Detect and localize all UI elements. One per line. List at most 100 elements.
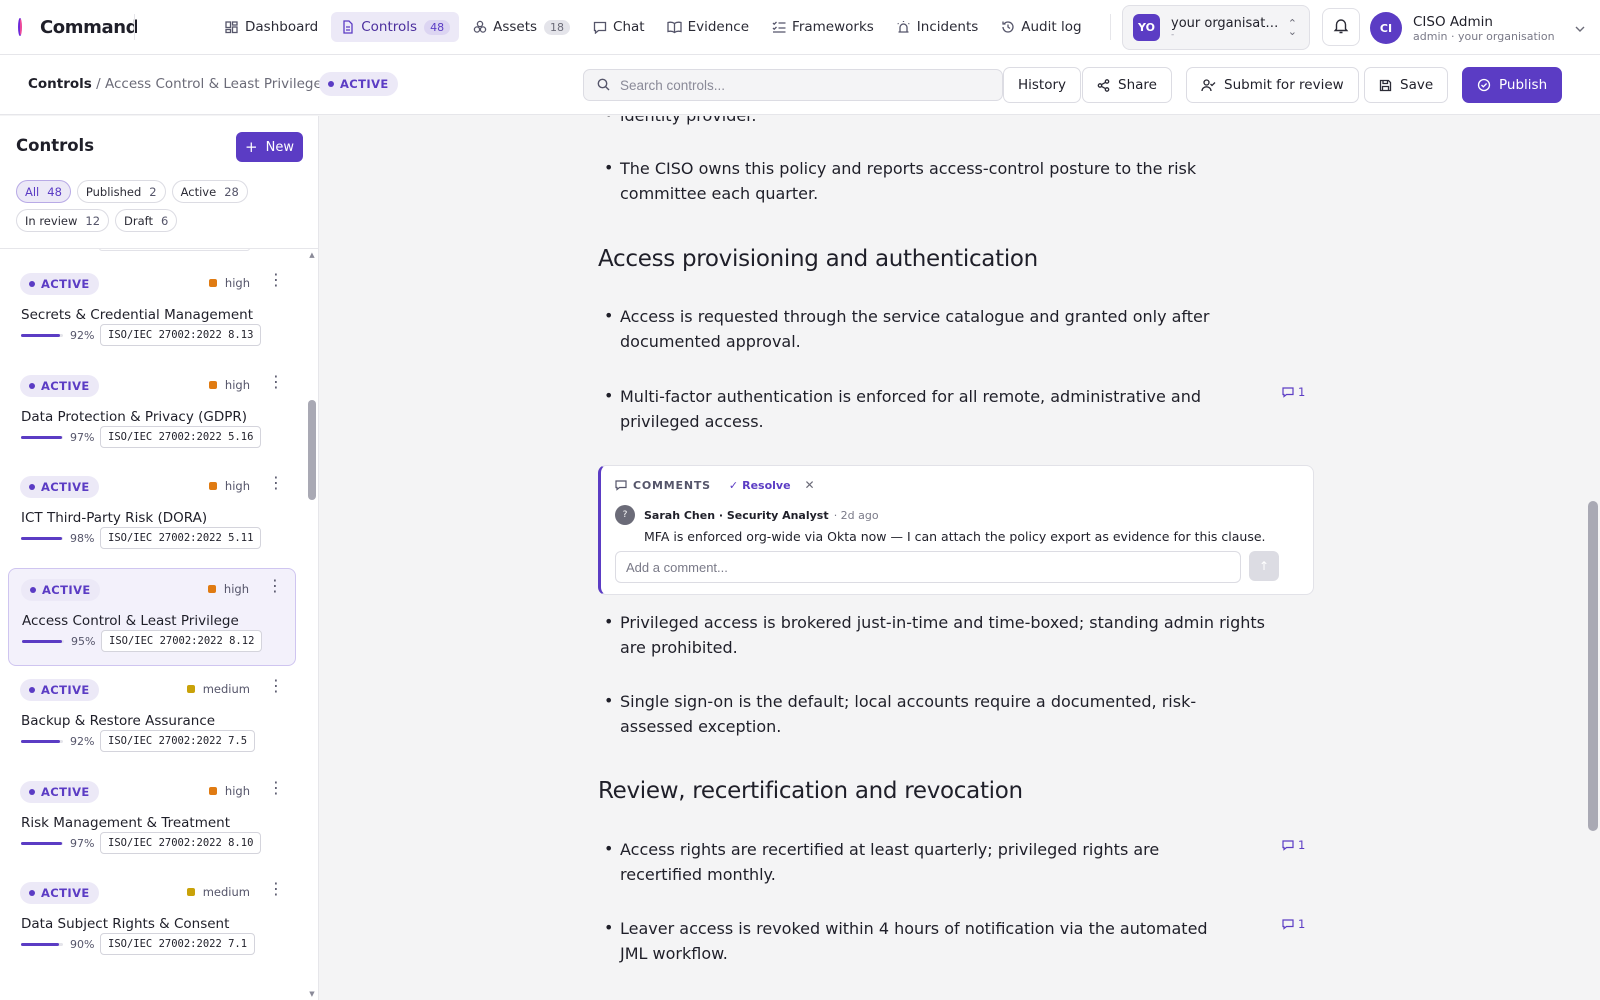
search-input[interactable] bbox=[620, 77, 980, 93]
comment-indicator[interactable]: 1 bbox=[1282, 385, 1305, 399]
progress-fill bbox=[21, 537, 63, 540]
controls-sidebar: Controls + New All 48 Published 2 Active 28… bbox=[0, 116, 319, 1000]
doc-partial-line[interactable]: identity provider. bbox=[598, 116, 1314, 128]
comment-text: MFA is enforced org-wide via Okta now — … bbox=[644, 529, 1266, 544]
breadcrumb-root[interactable]: Controls bbox=[28, 76, 92, 92]
severity-square-icon bbox=[208, 482, 217, 490]
save-button[interactable]: Save bbox=[1364, 67, 1449, 103]
list-item-partial bbox=[99, 249, 250, 251]
progress-fill bbox=[21, 435, 62, 439]
logo-icon bbox=[18, 18, 22, 36]
nav-audit-log[interactable]: Audit log bbox=[991, 12, 1090, 42]
doc-bullet-commented[interactable]: Access rights are recertified at least q… bbox=[598, 836, 1218, 887]
framework-ref: ISO/IEC 27002:2022 5.16 bbox=[100, 425, 262, 448]
severity-square-icon bbox=[186, 685, 195, 693]
history-button-label: History bbox=[1018, 77, 1067, 93]
more-options-icon[interactable]: ⋮ bbox=[268, 475, 284, 491]
more-options-icon[interactable]: ⋮ bbox=[268, 272, 284, 288]
comment-count: 1 bbox=[1298, 838, 1306, 852]
doc-partial-line-text: identity provider. bbox=[620, 116, 756, 125]
severity-label: medium bbox=[202, 682, 250, 696]
control-card[interactable]: ACTIVE high ⋮ Data Protection & Privacy (GD… bbox=[8, 365, 296, 463]
main-scrollbar[interactable] bbox=[1586, 116, 1600, 1000]
comment-indicator[interactable]: 1 bbox=[1282, 838, 1305, 852]
comments-title: COMMENTS bbox=[633, 478, 711, 492]
filter-active[interactable]: Active 28 bbox=[171, 180, 248, 203]
nav-assets[interactable]: Assets 18 bbox=[463, 12, 579, 42]
add-comment-input[interactable] bbox=[615, 551, 1241, 583]
control-card[interactable]: ACTIVE medium ⋮ Backup & Restore Assurance 9… bbox=[8, 669, 296, 767]
comment-indicator[interactable]: 1 bbox=[1282, 917, 1305, 931]
history-button[interactable]: History bbox=[1003, 67, 1082, 103]
close-icon[interactable]: ✕ bbox=[805, 478, 815, 492]
search-icon bbox=[597, 76, 610, 95]
more-options-icon[interactable]: ⋮ bbox=[267, 577, 283, 593]
filter-draft[interactable]: Draft 6 bbox=[115, 209, 178, 232]
nav-incidents[interactable]: Incidents bbox=[887, 12, 987, 42]
status-badge-label: ACTIVE bbox=[41, 277, 90, 291]
doc-bullet[interactable]: Single sign-on is the default; local acc… bbox=[598, 688, 1238, 739]
user-role: admin · your organisation bbox=[1413, 29, 1555, 43]
main-scroll-thumb[interactable] bbox=[1588, 501, 1598, 831]
share-button[interactable]: Share bbox=[1082, 67, 1172, 103]
control-card[interactable]: ACTIVE high ⋮ Risk Management & Treatment 97… bbox=[8, 771, 296, 869]
status-badge: ACTIVE bbox=[20, 374, 99, 397]
filter-published[interactable]: Published 2 bbox=[76, 180, 166, 203]
app-logo[interactable]: Command bbox=[18, 17, 139, 38]
notifications-button[interactable] bbox=[1322, 8, 1360, 46]
doc-bullet[interactable]: Privileged access is brokered just-in-ti… bbox=[598, 609, 1268, 660]
org-switcher[interactable]: YO your organisation - ⌃ ⌄ bbox=[1122, 5, 1310, 50]
nav-controls[interactable]: Controls 48 bbox=[331, 12, 460, 42]
doc-bullet-commented[interactable]: Leaver access is revoked within 4 hours … bbox=[598, 915, 1238, 966]
control-title: Access Control & Least Privilege bbox=[22, 612, 239, 629]
publish-button-label: Publish bbox=[1499, 77, 1548, 93]
doc-bullet[interactable]: The CISO owns this policy and reports ac… bbox=[598, 155, 1268, 206]
sidebar-scroll-thumb[interactable] bbox=[308, 400, 316, 500]
severity-label: high bbox=[223, 581, 249, 596]
control-title: Data Subject Rights & Consent bbox=[21, 916, 230, 932]
filter-active-label: Active bbox=[180, 184, 217, 199]
more-options-icon[interactable]: ⋮ bbox=[268, 373, 284, 389]
scroll-up-icon[interactable]: ▲ bbox=[308, 251, 316, 259]
chevron-down-icon bbox=[1575, 22, 1585, 35]
severity-label: high bbox=[224, 377, 250, 392]
new-control-label: New bbox=[265, 139, 294, 155]
progress-fill bbox=[21, 334, 60, 337]
more-options-icon[interactable]: ⋮ bbox=[268, 678, 284, 694]
comment-count: 1 bbox=[1298, 385, 1306, 399]
nav-evidence[interactable]: Evidence bbox=[658, 12, 758, 42]
doc-bullet-commented[interactable]: Multi-factor authentication is enforced … bbox=[598, 383, 1268, 434]
controls-list: ACTIVE high ⋮ Secrets & Credential Manageme… bbox=[0, 249, 310, 1000]
sidebar-scrollbar[interactable]: ▲ ▼ bbox=[308, 249, 316, 1000]
section-heading: Access provisioning and authentication bbox=[598, 246, 1038, 272]
doc-bullet-text: Access rights are recertified at least q… bbox=[620, 840, 1160, 884]
nav-dashboard[interactable]: Dashboard bbox=[215, 12, 327, 42]
submit-for-review-button[interactable]: Submit for review bbox=[1186, 67, 1359, 103]
send-comment-button[interactable]: ↑ bbox=[1249, 551, 1279, 581]
framework-ref: ISO/IEC 27002:2022 5.11 bbox=[100, 527, 262, 549]
more-options-icon[interactable]: ⋮ bbox=[268, 881, 284, 897]
filter-all[interactable]: All 48 bbox=[16, 180, 71, 203]
control-card[interactable]: ACTIVE high ⋮ Secrets & Credential Manageme… bbox=[8, 263, 296, 361]
publish-button[interactable]: Publish bbox=[1462, 67, 1563, 103]
control-card[interactable]: ACTIVE high ⋮ ICT Third-Party Risk (DORA) 98… bbox=[8, 466, 296, 564]
nav-frameworks[interactable]: Frameworks bbox=[762, 12, 883, 42]
nav-chat[interactable]: Chat bbox=[583, 12, 654, 42]
filter-all-label: All bbox=[25, 184, 40, 199]
plus-icon: + bbox=[245, 138, 258, 156]
scroll-down-icon[interactable]: ▼ bbox=[308, 990, 316, 998]
resolve-button[interactable]: ✓ Resolve bbox=[729, 479, 791, 492]
control-card[interactable]: ACTIVE medium ⋮ Data Subject Rights & Conse… bbox=[8, 872, 296, 970]
status-badge-label: ACTIVE bbox=[41, 683, 90, 697]
status-dot-icon bbox=[29, 484, 35, 490]
filter-active-count: 28 bbox=[224, 184, 239, 199]
more-options-icon[interactable]: ⋮ bbox=[268, 779, 284, 795]
status-badge: ACTIVE bbox=[20, 882, 99, 904]
filter-in-review[interactable]: In review 12 bbox=[16, 209, 110, 232]
main-nav: Dashboard Controls 48 Assets 18 Chat Evi… bbox=[215, 12, 1091, 42]
severity-indicator: high bbox=[208, 784, 250, 798]
doc-bullet[interactable]: Access is requested through the service … bbox=[598, 303, 1218, 354]
control-card[interactable]: ACTIVE high ⋮ Access Control & Least Privil… bbox=[8, 567, 296, 666]
new-control-button[interactable]: + New bbox=[236, 132, 303, 162]
user-menu[interactable]: CI CISO Admin admin · your organisation bbox=[1370, 12, 1585, 44]
